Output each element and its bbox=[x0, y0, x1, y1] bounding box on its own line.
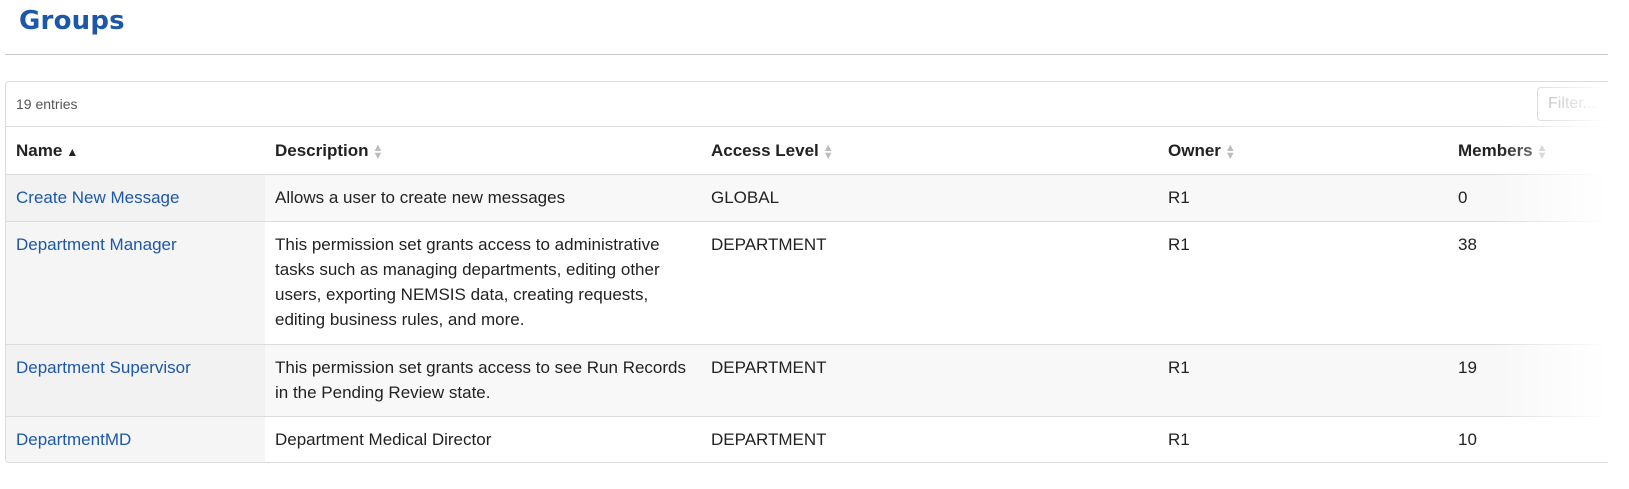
column-header-access-level[interactable]: Access Level ▲ ▼ bbox=[701, 127, 1158, 175]
description-cell: Department Medical Director bbox=[265, 416, 701, 462]
column-header-description[interactable]: Description ▲ ▼ bbox=[265, 127, 701, 175]
table-toolbar: 19 entries bbox=[6, 82, 1608, 127]
groups-table-panel: 19 entries Name▲ Description▲▼ Access Le… bbox=[5, 81, 1608, 463]
column-header-label: Name bbox=[16, 141, 63, 160]
column-header-label: Description bbox=[275, 141, 369, 160]
access-level-cell: DEPARTMENT bbox=[701, 416, 1158, 462]
access-level-cell: DEPARTMENT bbox=[701, 344, 1158, 417]
page-title: Groups bbox=[19, 6, 125, 36]
column-header-members[interactable]: Members ▲ ▼ bbox=[1448, 127, 1608, 175]
group-link[interactable]: Department Manager bbox=[16, 235, 177, 254]
sort-unsorted-icon: ▲ ▼ bbox=[1536, 141, 1548, 162]
title-divider bbox=[5, 54, 1608, 55]
description-cell: This permission set grants access to see… bbox=[265, 344, 701, 417]
table-row: Department Manager This permission set g… bbox=[6, 221, 1608, 345]
name-cell: Department Supervisor bbox=[6, 344, 265, 417]
group-link[interactable]: Create New Message bbox=[16, 188, 179, 207]
table-row: Department Supervisor This permission se… bbox=[6, 344, 1608, 417]
description-cell: This permission set grants access to adm… bbox=[265, 221, 701, 345]
description-cell: Allows a user to create new messages bbox=[265, 174, 701, 222]
owner-cell: R1 bbox=[1158, 221, 1448, 345]
table-row: DepartmentMD Department Medical Director… bbox=[6, 416, 1608, 462]
filter-input[interactable] bbox=[1537, 87, 1608, 121]
members-cell: 0 bbox=[1448, 174, 1608, 222]
name-cell: Department Manager bbox=[6, 221, 265, 345]
column-header-label: Owner bbox=[1168, 141, 1221, 160]
access-level-cell: GLOBAL bbox=[701, 174, 1158, 222]
sort-unsorted-icon: ▲ ▼ bbox=[1224, 141, 1236, 162]
owner-cell: R1 bbox=[1158, 174, 1448, 222]
access-level-cell: DEPARTMENT bbox=[701, 221, 1158, 345]
column-header-owner[interactable]: Owner ▲ ▼ bbox=[1158, 127, 1448, 175]
groups-page: Groups 19 entries Name▲ Description▲▼ bbox=[0, 0, 1629, 489]
sort-unsorted-icon: ▲ ▼ bbox=[822, 141, 834, 162]
entry-count: 19 entries bbox=[16, 96, 78, 112]
sort-unsorted-icon: ▲ ▼ bbox=[372, 141, 384, 162]
owner-cell: R1 bbox=[1158, 344, 1448, 417]
owner-cell: R1 bbox=[1158, 416, 1448, 462]
table-row: Create New Message Allows a user to crea… bbox=[6, 174, 1608, 222]
members-cell: 19 bbox=[1448, 344, 1608, 417]
sort-ascending-icon: ▲ bbox=[66, 144, 79, 159]
column-header-label: Access Level bbox=[711, 141, 819, 160]
group-link[interactable]: Department Supervisor bbox=[16, 358, 191, 377]
column-header-label: Members bbox=[1458, 141, 1533, 160]
group-link[interactable]: DepartmentMD bbox=[16, 430, 131, 449]
name-cell: DepartmentMD bbox=[6, 416, 265, 462]
table-header-row: Name ▲ Description ▲ ▼ Access Level ▲ ▼ Owner… bbox=[6, 127, 1608, 175]
column-header-name[interactable]: Name ▲ bbox=[6, 127, 265, 175]
members-cell: 10 bbox=[1448, 416, 1608, 462]
groups-table: Name ▲ Description ▲ ▼ Access Level ▲ ▼ Owner… bbox=[6, 127, 1608, 462]
members-cell: 38 bbox=[1448, 221, 1608, 345]
name-cell: Create New Message bbox=[6, 174, 265, 222]
